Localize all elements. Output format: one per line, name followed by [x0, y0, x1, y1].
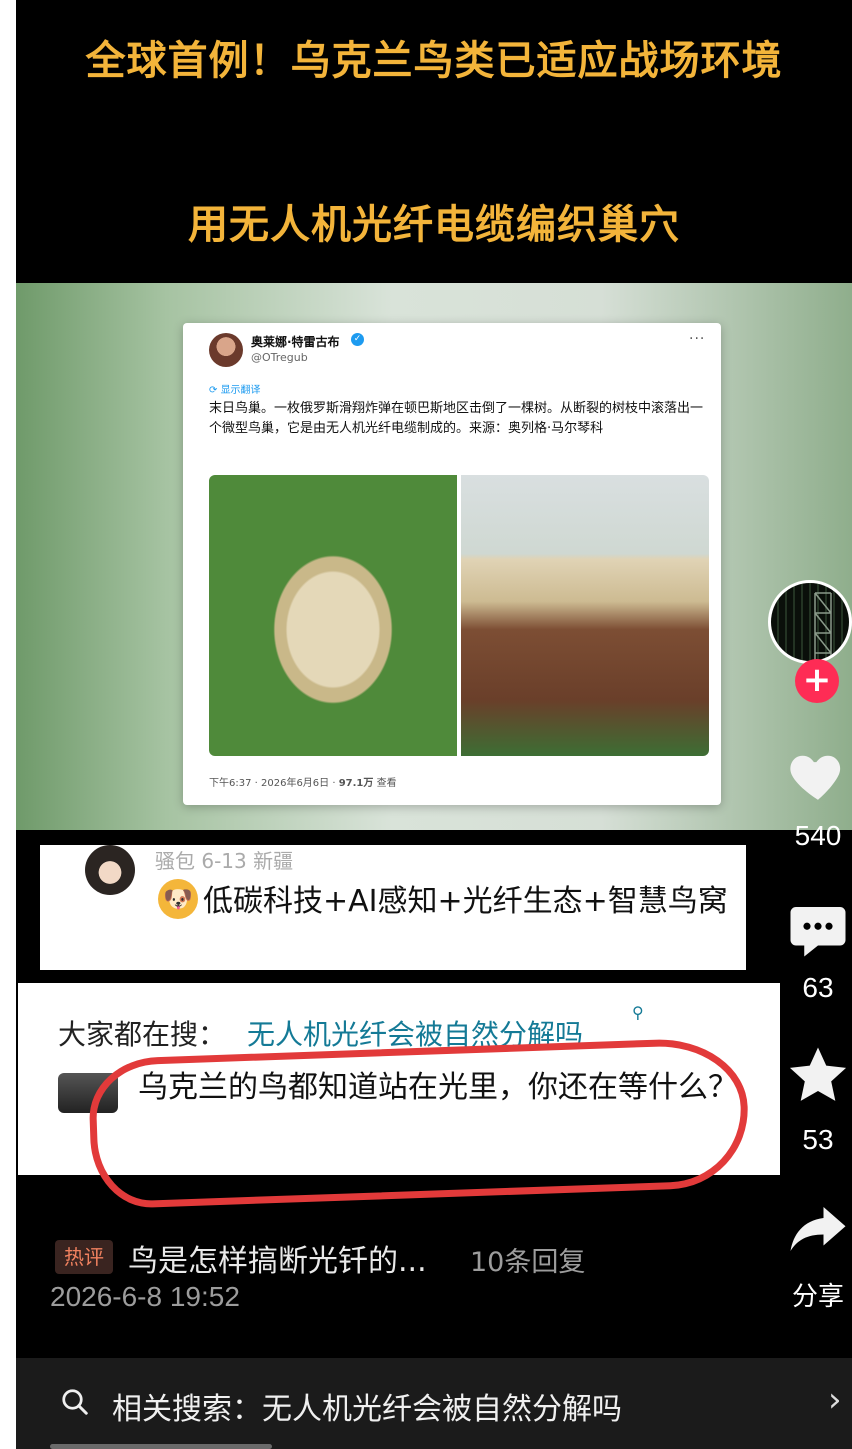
- comment-card-1: 骚包 6-13 新疆 🐶 低碳科技+AI感知+光纤生态+智慧鸟窝: [40, 845, 746, 970]
- share-arrow-icon: [790, 1207, 846, 1251]
- star-icon: [789, 1047, 847, 1101]
- headline-secondary: 用无人机光纤电缆编织巢穴: [188, 202, 680, 248]
- like-button[interactable]: [785, 742, 851, 812]
- post-timestamp: 2026-6-8 19:52: [50, 1281, 240, 1312]
- more-icon: ···: [689, 331, 706, 347]
- hot-comment-badge: 热评: [55, 1240, 113, 1274]
- translate-link: ⟳ 显示翻译: [209, 385, 261, 396]
- follow-button[interactable]: +: [795, 659, 839, 703]
- reply-count[interactable]: 10条回复: [470, 1240, 585, 1279]
- nest-photo-left: [209, 475, 457, 756]
- tweet-time: 下午6:37 · 2026年6月6日 ·: [209, 778, 339, 789]
- favorite-count: 53: [802, 1124, 834, 1155]
- video-progress[interactable]: [50, 1444, 272, 1449]
- search-icon: ⚲: [632, 1003, 644, 1022]
- favorite-button[interactable]: [785, 1042, 851, 1112]
- related-search-text[interactable]: 相关搜索：无人机光纤会被自然分解吗: [112, 1384, 622, 1428]
- share-label: 分享: [791, 1281, 844, 1311]
- tweet-handle: @OTregub: [251, 351, 308, 364]
- verified-icon: ✓: [351, 333, 364, 346]
- tweet-card: 奥莱娜·特雷古布 ✓ @OTregub ··· ⟳ 显示翻译 末日鸟巢。一枚俄罗…: [183, 323, 721, 805]
- tweet-body: 末日鸟巢。一枚俄罗斯滑翔炸弹在顿巴斯地区击倒了一棵树。从断裂的树枝中滚落出一个微…: [209, 401, 704, 436]
- search-icon: [62, 1389, 88, 1415]
- comment-icon: [790, 907, 846, 957]
- hot-comment-text[interactable]: 鸟是怎样搞断光钎的...: [128, 1236, 427, 1280]
- tweet-footer: 下午6:37 · 2026年6月6日 · 97.1万 查看: [209, 774, 397, 789]
- chevron-right-icon[interactable]: ›: [828, 1380, 842, 1420]
- comment-count: 63: [802, 972, 834, 1003]
- heart-icon: [790, 755, 841, 800]
- highlight-ring: [87, 1036, 751, 1210]
- comment-button[interactable]: [785, 896, 851, 966]
- headline-primary: 全球首例！乌克兰鸟类已适应战场环境: [85, 38, 783, 84]
- tweet-avatar: [209, 333, 243, 367]
- comment-meta: 骚包 6-13 新疆: [155, 849, 294, 873]
- left-margin: [0, 0, 16, 1449]
- nest-photo-right: [461, 475, 709, 756]
- tweet-author-name: 奥莱娜·特雷古布: [251, 335, 340, 349]
- translate-label: 显示翻译: [220, 385, 261, 396]
- tweet-views: 97.1万: [338, 778, 374, 789]
- trending-search-label: 大家都在搜：: [58, 1018, 227, 1051]
- share-button[interactable]: [785, 1196, 851, 1266]
- tweet-views-label: 查看: [373, 778, 397, 789]
- comment-text: 低碳科技+AI感知+光纤生态+智慧鸟窝: [203, 884, 728, 919]
- commenter-avatar[interactable]: [85, 845, 135, 895]
- creator-avatar[interactable]: [768, 580, 852, 664]
- like-count: 540: [794, 820, 842, 851]
